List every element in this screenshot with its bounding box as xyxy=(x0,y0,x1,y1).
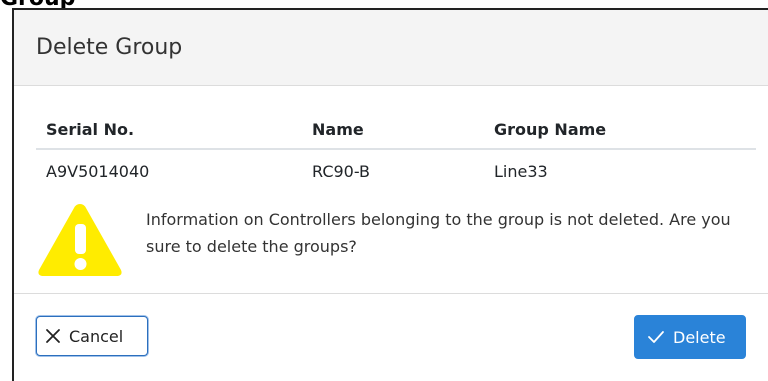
dialog-footer: Cancel Delete xyxy=(14,294,768,381)
delete-button-label: Delete xyxy=(673,327,726,347)
warning-message: Information on Controllers belonging to … xyxy=(36,200,756,280)
delete-button[interactable]: Delete xyxy=(634,315,746,359)
table-header-row: Serial No. Name Group Name xyxy=(36,118,756,150)
cancel-button-label: Cancel xyxy=(69,326,124,346)
table-row: A9V5014040 RC90-B Line33 xyxy=(36,149,756,182)
cell-serial: A9V5014040 xyxy=(46,161,150,181)
cell-name: RC90-B xyxy=(312,161,371,181)
checkmark-icon xyxy=(648,331,664,343)
group-table: Serial No. Name Group Name A9V5014040 RC… xyxy=(36,118,756,182)
dialog-header: Delete Group xyxy=(14,10,768,86)
cancel-button[interactable]: Cancel xyxy=(36,316,148,356)
dialog-title: Delete Group xyxy=(36,35,183,60)
dialog-body: Serial No. Name Group Name A9V5014040 RC… xyxy=(14,86,768,294)
column-header-serial: Serial No. xyxy=(36,118,302,150)
column-header-name: Name xyxy=(302,118,484,150)
warning-text: Information on Controllers belonging to … xyxy=(146,210,731,256)
warning-triangle-icon xyxy=(38,204,122,276)
cell-group-name: Line33 xyxy=(494,161,548,181)
delete-group-dialog: Delete Group Serial No. Name Group Name … xyxy=(12,8,768,381)
column-header-group-name: Group Name xyxy=(484,118,756,150)
close-icon xyxy=(46,329,60,343)
